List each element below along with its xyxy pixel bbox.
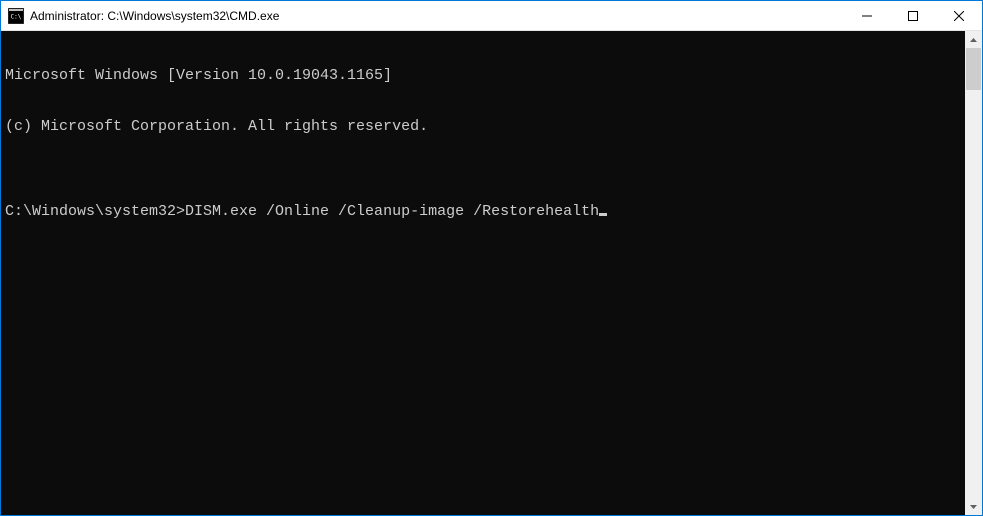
window-controls <box>844 1 982 30</box>
vertical-scrollbar[interactable] <box>965 31 982 515</box>
close-button[interactable] <box>936 1 982 30</box>
command-prompt-window: C:\ Administrator: C:\Windows\system32\C… <box>1 1 982 515</box>
prompt: C:\Windows\system32> <box>5 203 185 220</box>
command-line: C:\Windows\system32>DISM.exe /Online /Cl… <box>5 203 965 220</box>
output-line: Microsoft Windows [Version 10.0.19043.11… <box>5 67 965 84</box>
cursor <box>599 213 607 216</box>
scroll-down-button[interactable] <box>965 498 982 515</box>
output-line: (c) Microsoft Corporation. All rights re… <box>5 118 965 135</box>
terminal-area: Microsoft Windows [Version 10.0.19043.11… <box>1 31 982 515</box>
scrollbar-track[interactable] <box>965 48 982 498</box>
titlebar[interactable]: C:\ Administrator: C:\Windows\system32\C… <box>1 1 982 31</box>
cmd-icon: C:\ <box>8 8 24 24</box>
maximize-button[interactable] <box>890 1 936 30</box>
svg-text:C:\: C:\ <box>11 13 22 20</box>
terminal-output[interactable]: Microsoft Windows [Version 10.0.19043.11… <box>1 31 965 515</box>
minimize-button[interactable] <box>844 1 890 30</box>
window-title: Administrator: C:\Windows\system32\CMD.e… <box>30 9 844 23</box>
scrollbar-thumb[interactable] <box>966 48 981 90</box>
scroll-up-button[interactable] <box>965 31 982 48</box>
command-input[interactable]: DISM.exe /Online /Cleanup-image /Restore… <box>185 203 599 220</box>
